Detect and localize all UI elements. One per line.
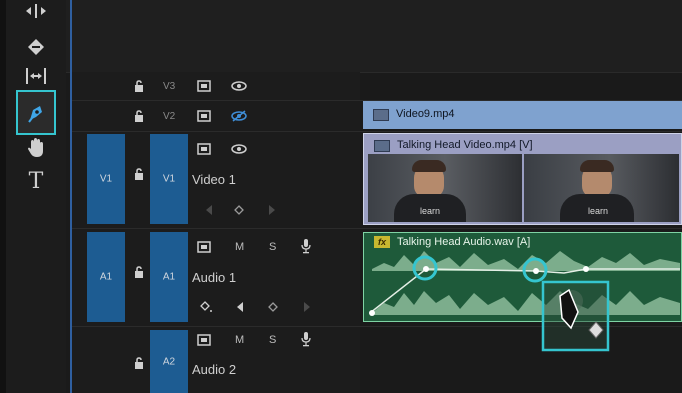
track-label-v2: V2 <box>163 111 176 122</box>
audio-waveform <box>369 251 680 316</box>
hand-tool[interactable] <box>6 136 66 160</box>
track-label-a2: A2 <box>162 356 176 367</box>
sync-lock-icon[interactable] <box>197 241 211 256</box>
shirt-text: learn <box>420 206 441 216</box>
prev-keyframe-icon[interactable] <box>236 302 244 315</box>
next-keyframe-icon[interactable] <box>268 205 276 218</box>
tools-panel: T <box>6 0 66 393</box>
razor-icon <box>28 39 44 55</box>
track-separator <box>72 131 682 132</box>
add-keyframe-icon[interactable] <box>234 205 244 218</box>
microphone-icon[interactable] <box>301 238 311 257</box>
clip-talking-head-audio[interactable]: fx Talking Head Audio.wav [A] <box>363 232 682 322</box>
clip-name: Talking Head Video.mp4 [V] <box>397 139 533 151</box>
track-label-v3: V3 <box>163 81 176 92</box>
next-keyframe-icon[interactable] <box>303 302 311 315</box>
track-separator <box>72 326 682 327</box>
add-keyframe-icon[interactable] <box>268 302 278 315</box>
timeline-ruler[interactable] <box>66 0 682 73</box>
microphone-icon[interactable] <box>301 331 311 350</box>
slip-tool[interactable] <box>6 66 66 86</box>
video-file-icon <box>373 109 389 121</box>
lock-icon[interactable] <box>134 266 144 281</box>
source-patch-label: A1 <box>99 271 113 283</box>
lock-icon[interactable] <box>134 357 144 372</box>
panel-divider <box>70 0 72 393</box>
track-name-v1: Video 1 <box>192 172 236 187</box>
razor-tool[interactable] <box>6 36 66 58</box>
track-target-a2[interactable]: A2 <box>150 330 188 393</box>
sync-lock-icon[interactable] <box>197 143 211 158</box>
sync-lock-icon[interactable] <box>197 334 211 349</box>
lock-icon[interactable] <box>134 168 144 183</box>
clip-video9[interactable]: Video9.mp4 <box>363 101 682 129</box>
source-patch-label: V1 <box>99 173 113 185</box>
type-tool[interactable]: T <box>6 168 66 194</box>
eye-hidden-icon[interactable] <box>231 110 247 125</box>
source-patch-v1[interactable]: V1 <box>87 134 125 224</box>
eye-icon[interactable] <box>231 144 247 157</box>
source-patch-a1[interactable]: A1 <box>87 232 125 322</box>
solo-button[interactable]: S <box>269 334 276 346</box>
thumbnail-frame: learn <box>368 154 522 222</box>
shirt-text: learn <box>588 206 609 216</box>
pen-icon <box>28 106 42 123</box>
hand-icon <box>28 138 43 157</box>
track-select-icon <box>26 4 46 18</box>
volume-keyframe-menu-icon[interactable] <box>200 301 214 316</box>
track-target-v1[interactable]: V1 <box>150 134 188 224</box>
pen-tool[interactable] <box>6 100 66 126</box>
solo-button[interactable]: S <box>269 241 276 253</box>
mute-button[interactable]: M <box>235 241 244 253</box>
track-label-v1: V1 <box>162 173 176 185</box>
track-label-a1: A1 <box>162 271 176 283</box>
track-name-a1: Audio 1 <box>192 270 237 285</box>
lock-icon[interactable] <box>134 80 144 95</box>
track-target-a1[interactable]: A1 <box>150 232 188 322</box>
mute-button[interactable]: M <box>235 334 244 346</box>
sync-lock-icon[interactable] <box>197 80 211 95</box>
track-select-tool[interactable] <box>6 2 66 20</box>
video-file-icon <box>374 140 390 152</box>
thumbnail-frame: learn <box>524 154 679 222</box>
eye-icon[interactable] <box>231 81 247 94</box>
track-name-a2: Audio 2 <box>192 362 237 377</box>
prev-keyframe-icon[interactable] <box>205 205 213 218</box>
clip-name: Video9.mp4 <box>396 108 455 120</box>
slip-icon <box>26 68 46 84</box>
sync-lock-icon[interactable] <box>197 110 211 125</box>
clip-talking-head-video[interactable]: Talking Head Video.mp4 [V] learn learn <box>363 133 682 225</box>
lock-icon[interactable] <box>134 110 144 125</box>
track-separator <box>72 228 682 229</box>
